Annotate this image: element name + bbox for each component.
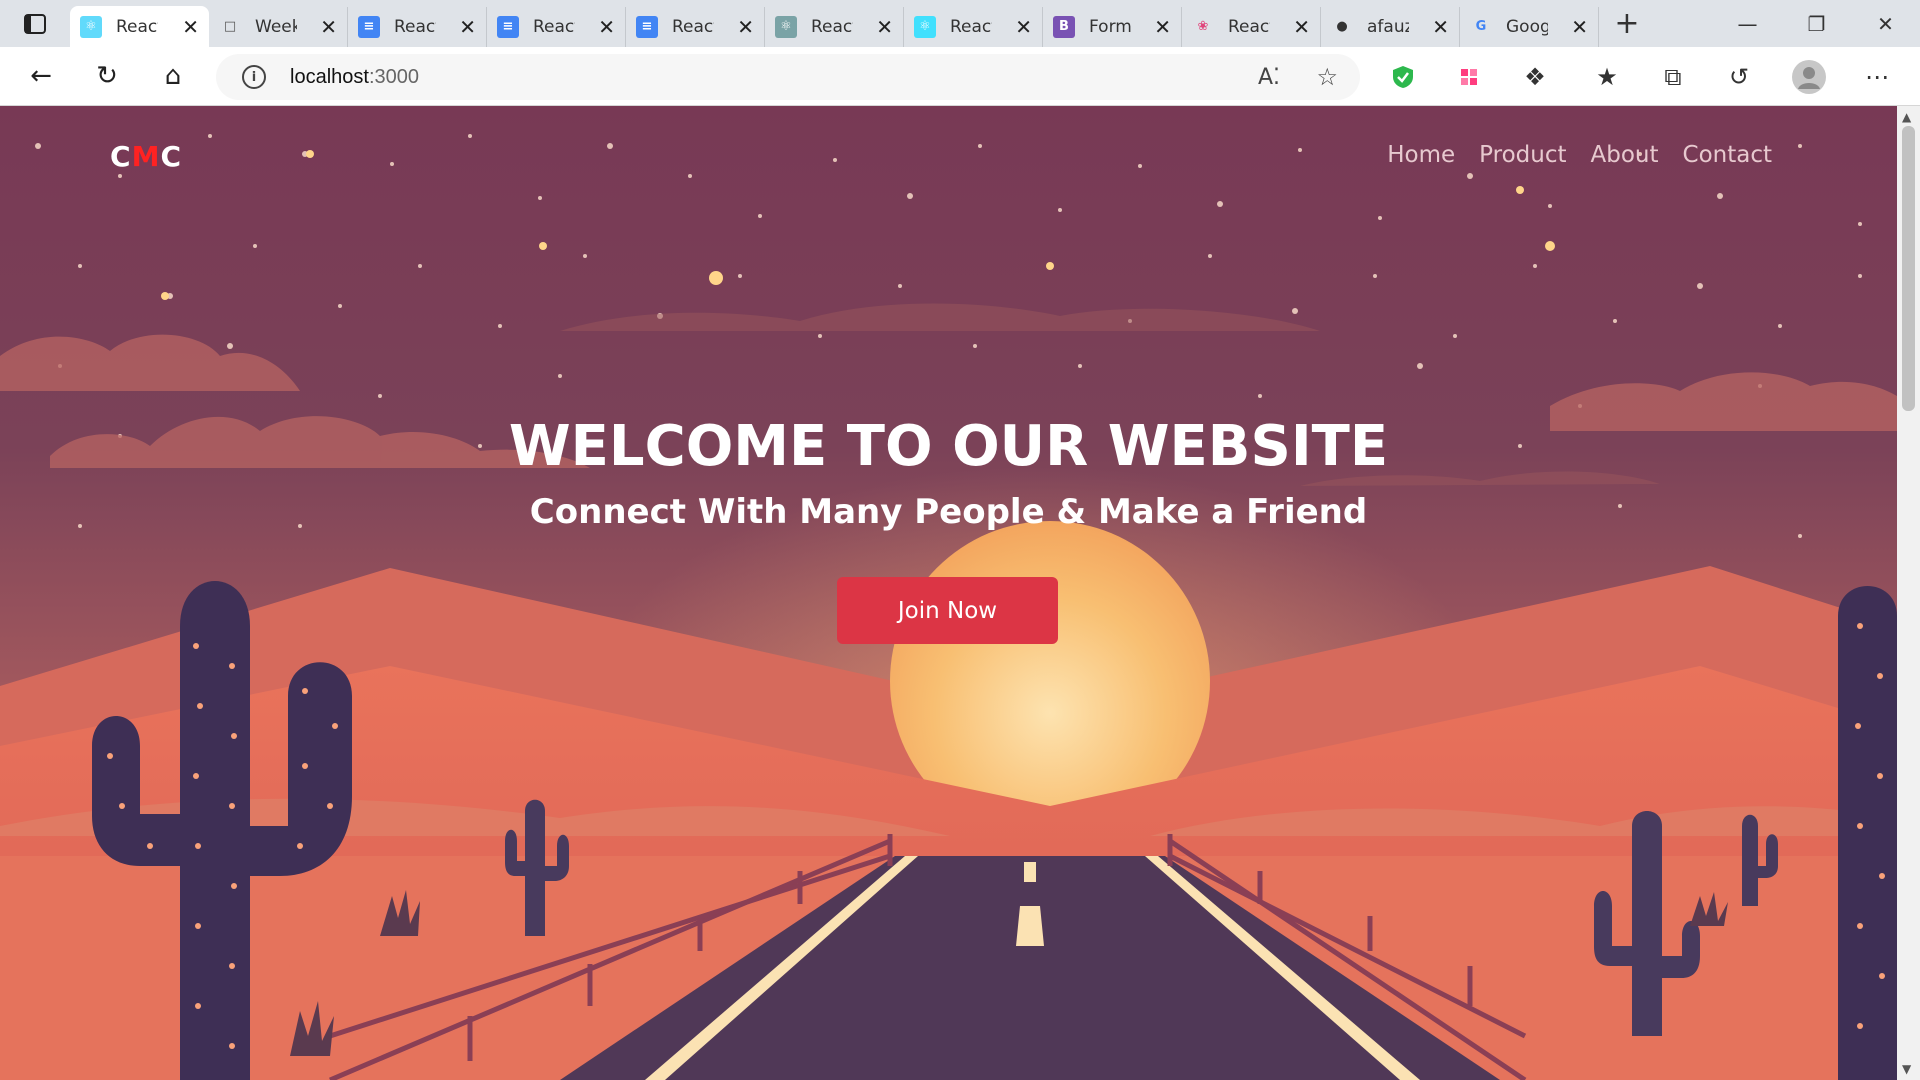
tab-close-icon[interactable]: ✕ bbox=[1154, 15, 1171, 39]
page-viewport: CMC Home Product About Contact WELCOME T… bbox=[0, 106, 1897, 1080]
join-now-button[interactable]: Join Now bbox=[837, 577, 1058, 644]
minimize-icon[interactable]: — bbox=[1713, 0, 1782, 47]
react-bootstrap-icon: ⚛ bbox=[914, 15, 936, 38]
new-tab-button[interactable]: + bbox=[1599, 0, 1655, 47]
close-window-icon[interactable]: ✕ bbox=[1851, 0, 1920, 47]
site-info-icon[interactable]: i bbox=[242, 65, 266, 89]
browser-tab[interactable]: G Google ✕ bbox=[1460, 6, 1599, 47]
browser-tab[interactable]: ≡ React ✕ bbox=[348, 6, 487, 47]
favorites-icon[interactable]: ★ bbox=[1580, 47, 1634, 106]
back-icon[interactable]: ← bbox=[8, 47, 74, 106]
browser-tab-strip: ⚛ React ✕ □ Weekly ✕ ≡ React ✕ ≡ React ✕ ≡ React ✕ ⚛ Rea… bbox=[0, 0, 1920, 47]
tab-title: afauzi bbox=[1367, 16, 1409, 37]
url-text[interactable]: localhost:3000 bbox=[290, 66, 419, 89]
more-menu-icon[interactable]: ⋯ bbox=[1850, 47, 1904, 106]
google-icon: G bbox=[1475, 19, 1487, 34]
tab-close-icon[interactable]: ✕ bbox=[1571, 15, 1588, 39]
scroll-down-icon[interactable]: ▼ bbox=[1902, 1062, 1911, 1076]
tab-close-icon[interactable]: ✕ bbox=[1015, 15, 1032, 39]
hero-title: WELCOME TO OUR WEBSITE bbox=[508, 414, 1389, 479]
react-icon: ⚛ bbox=[80, 15, 102, 38]
nav-contact-link[interactable]: Contact bbox=[1683, 142, 1772, 168]
collections-icon[interactable]: ⧉ bbox=[1646, 47, 1700, 106]
tab-title: Weekly bbox=[255, 16, 297, 37]
profile-avatar[interactable] bbox=[1782, 47, 1836, 106]
window-controls: — ❐ ✕ bbox=[1713, 0, 1920, 47]
tab-close-icon[interactable]: ✕ bbox=[320, 15, 337, 39]
browser-toolbar: ← ↻ ⌂ i localhost:3000 A⁚ ☆ ❖ ★ ⧉ ↺ ⋯ bbox=[0, 47, 1920, 106]
scroll-up-icon[interactable]: ▲ bbox=[1902, 110, 1911, 124]
add-favorite-icon[interactable]: ☆ bbox=[1316, 63, 1338, 91]
read-aloud-icon[interactable]: A⁚ bbox=[1258, 65, 1280, 90]
scrollbar-thumb[interactable] bbox=[1902, 126, 1915, 411]
browser-tab[interactable]: ≡ React ✕ bbox=[487, 6, 626, 47]
nav-product-link[interactable]: Product bbox=[1479, 142, 1566, 168]
browser-tab[interactable]: B Forms ✕ bbox=[1043, 6, 1182, 47]
tab-close-icon[interactable]: ✕ bbox=[1293, 15, 1310, 39]
hero-subtitle: Connect With Many People & Make a Friend bbox=[529, 492, 1368, 532]
restore-icon[interactable]: ❐ bbox=[1782, 0, 1851, 47]
docs-icon: ≡ bbox=[358, 15, 380, 38]
tab-title: React bbox=[811, 16, 853, 37]
home-icon[interactable]: ⌂ bbox=[140, 47, 206, 106]
browser-tab[interactable]: ⚛ React ✕ bbox=[70, 6, 209, 47]
tab-close-icon[interactable]: ✕ bbox=[598, 15, 615, 39]
tab-close-icon[interactable]: ✕ bbox=[459, 15, 476, 39]
tab-close-icon[interactable]: ✕ bbox=[876, 15, 893, 39]
tab-close-icon[interactable]: ✕ bbox=[737, 15, 754, 39]
shield-extension-icon[interactable] bbox=[1376, 47, 1430, 106]
browser-tab[interactable]: ⚛ React ✕ bbox=[765, 6, 904, 47]
history-icon[interactable]: ↺ bbox=[1712, 47, 1766, 106]
react-pink-icon: ❀ bbox=[1197, 19, 1209, 34]
tab-title: React bbox=[672, 16, 714, 37]
tab-close-icon[interactable]: ✕ bbox=[182, 15, 199, 39]
tab-title: Forms bbox=[1089, 16, 1131, 37]
browser-tab[interactable]: □ Weekly ✕ bbox=[209, 6, 348, 47]
tab-title: Google bbox=[1506, 16, 1548, 37]
site-nav: Home Product About Contact bbox=[1387, 142, 1772, 168]
docs-icon: ≡ bbox=[636, 15, 658, 38]
page-icon: □ bbox=[223, 19, 237, 34]
extension-pink-icon[interactable] bbox=[1442, 47, 1496, 106]
tab-actions-icon[interactable] bbox=[0, 0, 70, 47]
browser-tab[interactable]: ⚛ React ✕ bbox=[904, 6, 1043, 47]
tab-title: React bbox=[116, 16, 158, 37]
tab-list: ⚛ React ✕ □ Weekly ✕ ≡ React ✕ ≡ React ✕ ≡ React ✕ ⚛ Rea… bbox=[70, 0, 1599, 47]
tab-close-icon[interactable]: ✕ bbox=[1432, 15, 1449, 39]
docs-icon: ≡ bbox=[497, 15, 519, 38]
address-bar[interactable]: i localhost:3000 A⁚ ☆ bbox=[216, 54, 1360, 100]
react-bootstrap-icon: ⚛ bbox=[775, 15, 797, 38]
browser-tab[interactable]: ● afauzi ✕ bbox=[1321, 6, 1460, 47]
tab-title: React bbox=[950, 16, 992, 37]
bootstrap-icon: B bbox=[1053, 15, 1075, 38]
github-icon: ● bbox=[1336, 19, 1348, 34]
browser-tab[interactable]: ❀ React ✕ bbox=[1182, 6, 1321, 47]
extensions-icon[interactable]: ❖ bbox=[1508, 47, 1562, 106]
site-logo[interactable]: CMC bbox=[110, 140, 182, 173]
page-scrollbar[interactable]: ▲ ▼ bbox=[1897, 106, 1920, 1080]
refresh-icon[interactable]: ↻ bbox=[74, 47, 140, 106]
tab-title: React bbox=[533, 16, 575, 37]
browser-tab[interactable]: ≡ React ✕ bbox=[626, 6, 765, 47]
nav-about-link[interactable]: About bbox=[1591, 142, 1659, 168]
tab-title: React bbox=[1228, 16, 1270, 37]
nav-home-link[interactable]: Home bbox=[1387, 142, 1455, 168]
tab-title: React bbox=[394, 16, 436, 37]
